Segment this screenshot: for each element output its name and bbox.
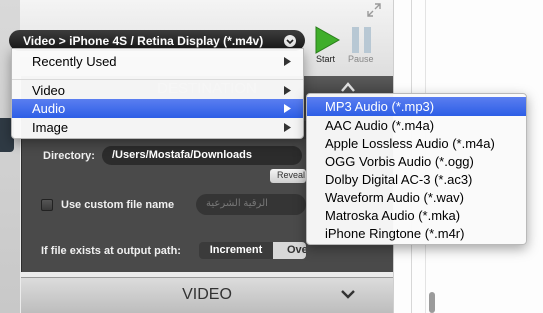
reveal-button[interactable]: Reveal	[270, 169, 306, 183]
menu-item-recently-used[interactable]: Recently Used	[12, 52, 303, 71]
overwrite-option[interactable]: Overwrite	[273, 242, 306, 259]
menu-item-label: Recently Used	[32, 54, 117, 69]
menu-item-label: Video	[32, 83, 66, 98]
submenu-arrow-icon	[284, 104, 291, 113]
directory-field[interactable]: /Users/Mostafa/Downloads	[102, 146, 302, 165]
chevron-up-icon[interactable]	[340, 80, 356, 94]
chevron-down-icon	[284, 35, 296, 47]
menu-item-label: Audio	[32, 101, 66, 116]
menu-item-m4r[interactable]: iPhone Ringtone (*.m4r)	[307, 224, 526, 243]
preset-menu: Recently Used Video Audio Image	[11, 48, 304, 139]
submenu-arrow-icon	[284, 123, 291, 132]
menu-item-video[interactable]: Video	[12, 81, 303, 100]
menu-item-aac[interactable]: AAC Audio (*.m4a)	[307, 116, 526, 135]
menu-item-ac3[interactable]: Dolby Digital AC-3 (*.ac3)	[307, 170, 526, 189]
submenu-arrow-icon	[284, 57, 291, 66]
pause-label: Pause	[348, 54, 374, 64]
scrollbar-thumb[interactable]	[429, 292, 435, 313]
menu-item-mka[interactable]: Matroska Audio (*.mka)	[307, 206, 526, 225]
directory-label: Directory:	[43, 150, 95, 162]
start-label: Start	[316, 54, 336, 64]
increment-option[interactable]: Increment	[199, 242, 273, 259]
menu-item-label: Image	[32, 120, 69, 135]
menu-item-audio[interactable]: Audio	[12, 99, 303, 118]
menu-item-mp3[interactable]: MP3 Audio (*.mp3)	[307, 97, 526, 116]
custom-name-label: Use custom file name	[61, 199, 175, 211]
menu-item-apple-lossless[interactable]: Apple Lossless Audio (*.m4a)	[307, 134, 526, 153]
custom-name-checkbox[interactable]	[41, 199, 53, 211]
menu-item-wav[interactable]: Waveform Audio (*.wav)	[307, 188, 526, 207]
video-header[interactable]: VIDEO	[21, 277, 393, 313]
menu-item-image[interactable]: Image	[12, 118, 303, 137]
custom-name-field[interactable]: الرقية الشرعية	[196, 194, 306, 215]
submenu-arrow-icon	[284, 86, 291, 95]
preset-label: Video > iPhone 4S / Retina Display (*.m4…	[23, 34, 264, 48]
fullscreen-icon[interactable]	[366, 2, 382, 18]
file-exists-label: If file exists at output path:	[41, 245, 181, 257]
menu-separator	[12, 79, 303, 80]
chevron-down-icon[interactable]	[340, 288, 356, 300]
menu-item-ogg[interactable]: OGG Vorbis Audio (*.ogg)	[307, 152, 526, 171]
audio-submenu: MP3 Audio (*.mp3) AAC Audio (*.m4a) Appl…	[306, 93, 527, 245]
